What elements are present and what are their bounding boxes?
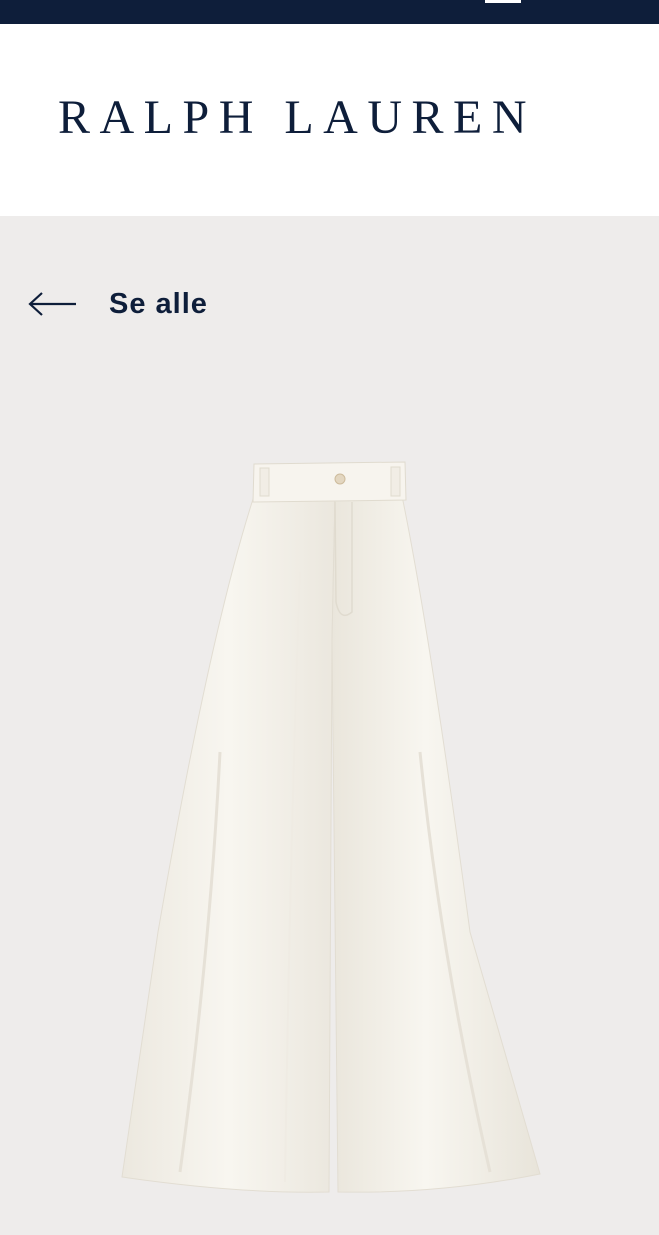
wide-leg-trousers-image[interactable] [100,452,560,1212]
product-gallery: Se alle [0,216,659,1235]
site-header: RALPH LAUREN [0,24,659,216]
back-to-all-link[interactable]: Se alle [28,286,208,322]
active-tab-indicator[interactable] [485,0,521,3]
top-bar [0,0,659,24]
arrow-left-icon [28,292,76,316]
back-label: Se alle [109,287,208,320]
brand-logo[interactable]: RALPH LAUREN [58,94,536,142]
